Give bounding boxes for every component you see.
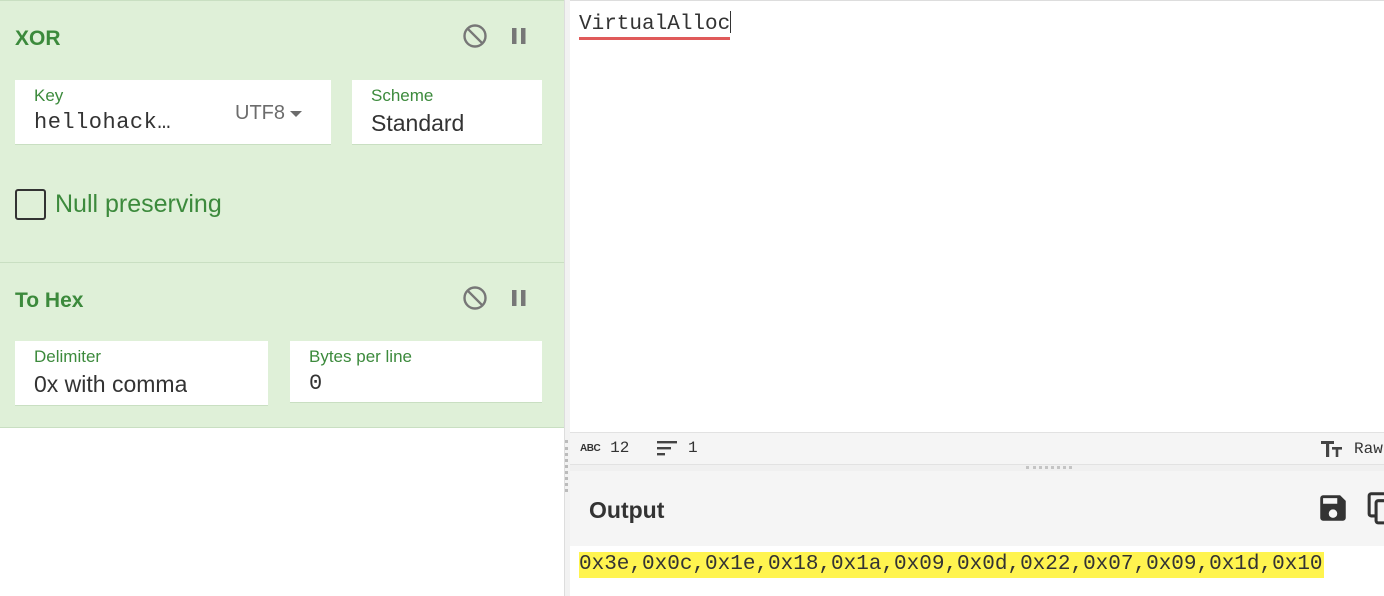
text-cursor [730,11,732,33]
operation-to-hex[interactable]: To Hex Delimiter 0x with comma Bytes per… [0,262,564,428]
delimiter-label: Delimiter [34,347,102,366]
save-icon[interactable] [1316,491,1350,530]
abc-icon: ABC [580,442,601,454]
text-mode-label: Raw [1354,440,1383,458]
key-field[interactable]: Key hellohack… UTF8 [15,80,331,145]
disable-icon[interactable] [462,23,488,54]
line-count-value: 1 [688,439,698,457]
output-header: Output [570,471,1384,546]
bytes-per-line-field[interactable]: Bytes per line 0 [290,341,542,403]
pause-icon[interactable] [508,23,530,54]
delimiter-select[interactable]: Delimiter 0x with comma [15,341,268,406]
resize-dots [1026,466,1072,469]
operation-title: To Hex [15,289,84,312]
input-text[interactable]: VirtualAlloc [579,11,732,40]
input-editor[interactable]: VirtualAlloc [570,0,1384,432]
lines-icon [657,441,677,456]
operation-title: XOR [15,27,61,50]
bytes-per-line-input[interactable]: 0 [309,371,323,396]
output-title: Output [589,497,665,523]
text-mode-toggle[interactable]: Raw [1320,439,1383,459]
caret-down-icon [290,110,302,117]
operation-xor[interactable]: XOR Key hellohack… UTF8 Scheme Standard [0,0,564,262]
line-count: 1 [656,439,698,457]
output-panel[interactable]: 0x3e,0x0c,0x1e,0x18,0x1a,0x09,0x0d,0x22,… [570,546,1384,596]
pause-icon[interactable] [508,285,530,316]
divider-grip-handle[interactable] [565,440,568,492]
input-status-bar: ABC 12 1 Raw [570,432,1384,465]
input-word: VirtualAlloc [579,13,731,40]
key-encoding-label: UTF8 [235,102,285,124]
null-preserving-option[interactable]: Null preserving [15,189,222,220]
bytes-per-line-label: Bytes per line [309,347,412,366]
disable-icon[interactable] [462,285,488,316]
char-count: ABC 12 [580,439,629,457]
scheme-select[interactable]: Scheme Standard [352,80,542,145]
scheme-value: Standard [371,110,465,136]
recipe-panel: XOR Key hellohack… UTF8 Scheme Standard [0,0,564,596]
scheme-label: Scheme [371,86,434,105]
key-encoding-dropdown[interactable]: UTF8 [235,102,302,125]
null-preserving-label: Null preserving [55,190,222,218]
delimiter-value: 0x with comma [34,371,188,397]
cyberchef-workspace: XOR Key hellohack… UTF8 Scheme Standard [0,0,1384,596]
null-preserving-checkbox[interactable] [15,189,46,220]
copy-icon[interactable] [1366,491,1384,532]
key-input[interactable]: hellohack… [34,110,186,135]
key-label: Key [34,86,64,105]
text-size-icon [1321,441,1342,457]
output-text[interactable]: 0x3e,0x0c,0x1e,0x18,0x1a,0x09,0x0d,0x22,… [579,552,1324,578]
char-count-value: 12 [610,439,630,457]
